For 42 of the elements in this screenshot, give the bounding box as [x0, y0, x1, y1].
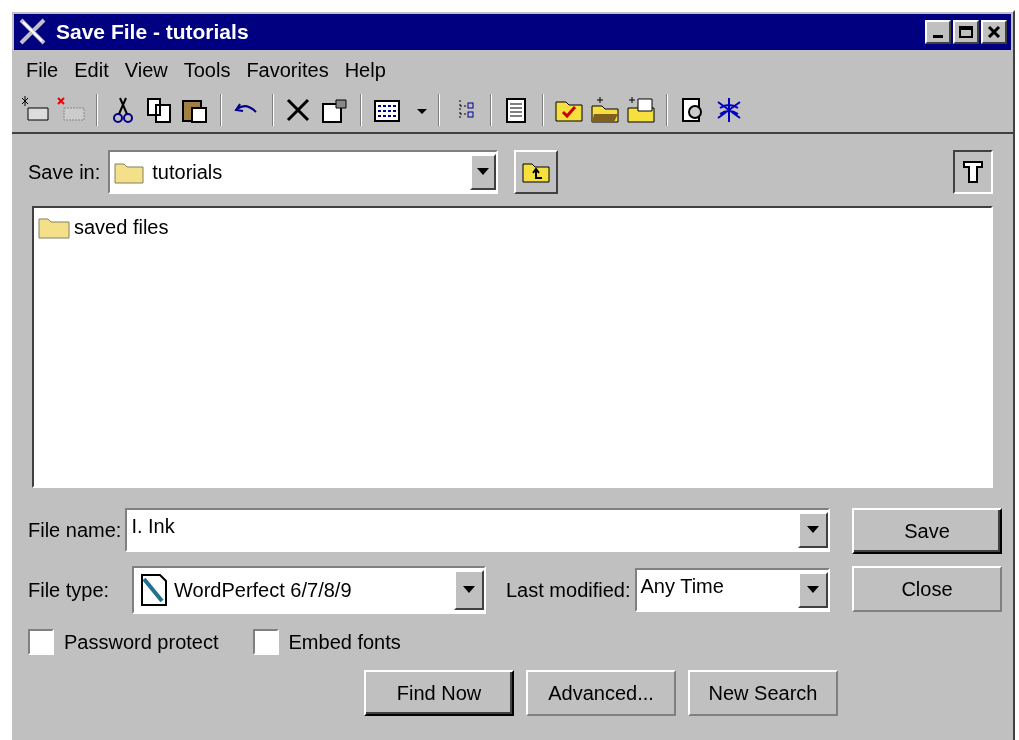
- menu-item[interactable]: View: [118, 55, 174, 85]
- close-icon: [987, 26, 1001, 38]
- window-title: Save File - tutorials: [56, 19, 250, 46]
- checkbox[interactable]: [252, 629, 279, 655]
- dialog-button[interactable]: New Search: [688, 670, 838, 716]
- checkbox-label: Password protect: [64, 630, 219, 655]
- checkbox-label: Embed fonts: [288, 630, 401, 655]
- dialog-button[interactable]: Save: [852, 508, 1002, 554]
- folder-icon: [38, 215, 70, 239]
- copy-icon[interactable]: [144, 96, 174, 124]
- up-folder-button[interactable]: [514, 150, 559, 194]
- menu-item[interactable]: Favorites: [240, 55, 335, 85]
- new-document-icon[interactable]: [20, 96, 50, 124]
- delete-document-icon[interactable]: [56, 96, 86, 124]
- file-name-field[interactable]: I. Ink: [125, 508, 830, 552]
- checkbox[interactable]: [28, 629, 54, 655]
- menu-item[interactable]: File: [20, 55, 65, 85]
- save-in-label: Save in:: [28, 160, 101, 185]
- menu-item[interactable]: Help: [338, 55, 392, 85]
- preview-button[interactable]: [953, 150, 993, 194]
- file-type-dropdown[interactable]: WordPerfect 6/7/8/9: [132, 566, 486, 614]
- file-name-label: File name:: [28, 518, 122, 543]
- maximize-button[interactable]: [953, 20, 979, 44]
- menu-item[interactable]: Edit: [68, 55, 115, 85]
- dialog-button[interactable]: Advanced...: [526, 670, 676, 716]
- last-modified-dropdown[interactable]: Any Time: [634, 568, 830, 612]
- folder-name[interactable]: saved files: [74, 212, 169, 242]
- properties-icon[interactable]: [320, 96, 350, 124]
- dialog-button[interactable]: Close: [852, 566, 1002, 612]
- last-modified-label: Last modified:: [506, 578, 631, 603]
- new-folder-icon[interactable]: [590, 96, 620, 124]
- menu-item[interactable]: Tools: [177, 55, 237, 85]
- save-in-dropdown[interactable]: tutorials: [108, 150, 499, 194]
- file-type-label: File type:: [28, 578, 111, 603]
- preview-icon: [963, 160, 983, 184]
- minimize-button[interactable]: [925, 20, 951, 44]
- folder-icon: [114, 160, 145, 184]
- add-folder-icon[interactable]: [626, 96, 656, 124]
- up-folder-icon: [522, 161, 551, 183]
- dialog-button[interactable]: Find Now: [364, 670, 514, 716]
- close-button[interactable]: [981, 20, 1007, 44]
- document-pen-icon: [138, 573, 170, 607]
